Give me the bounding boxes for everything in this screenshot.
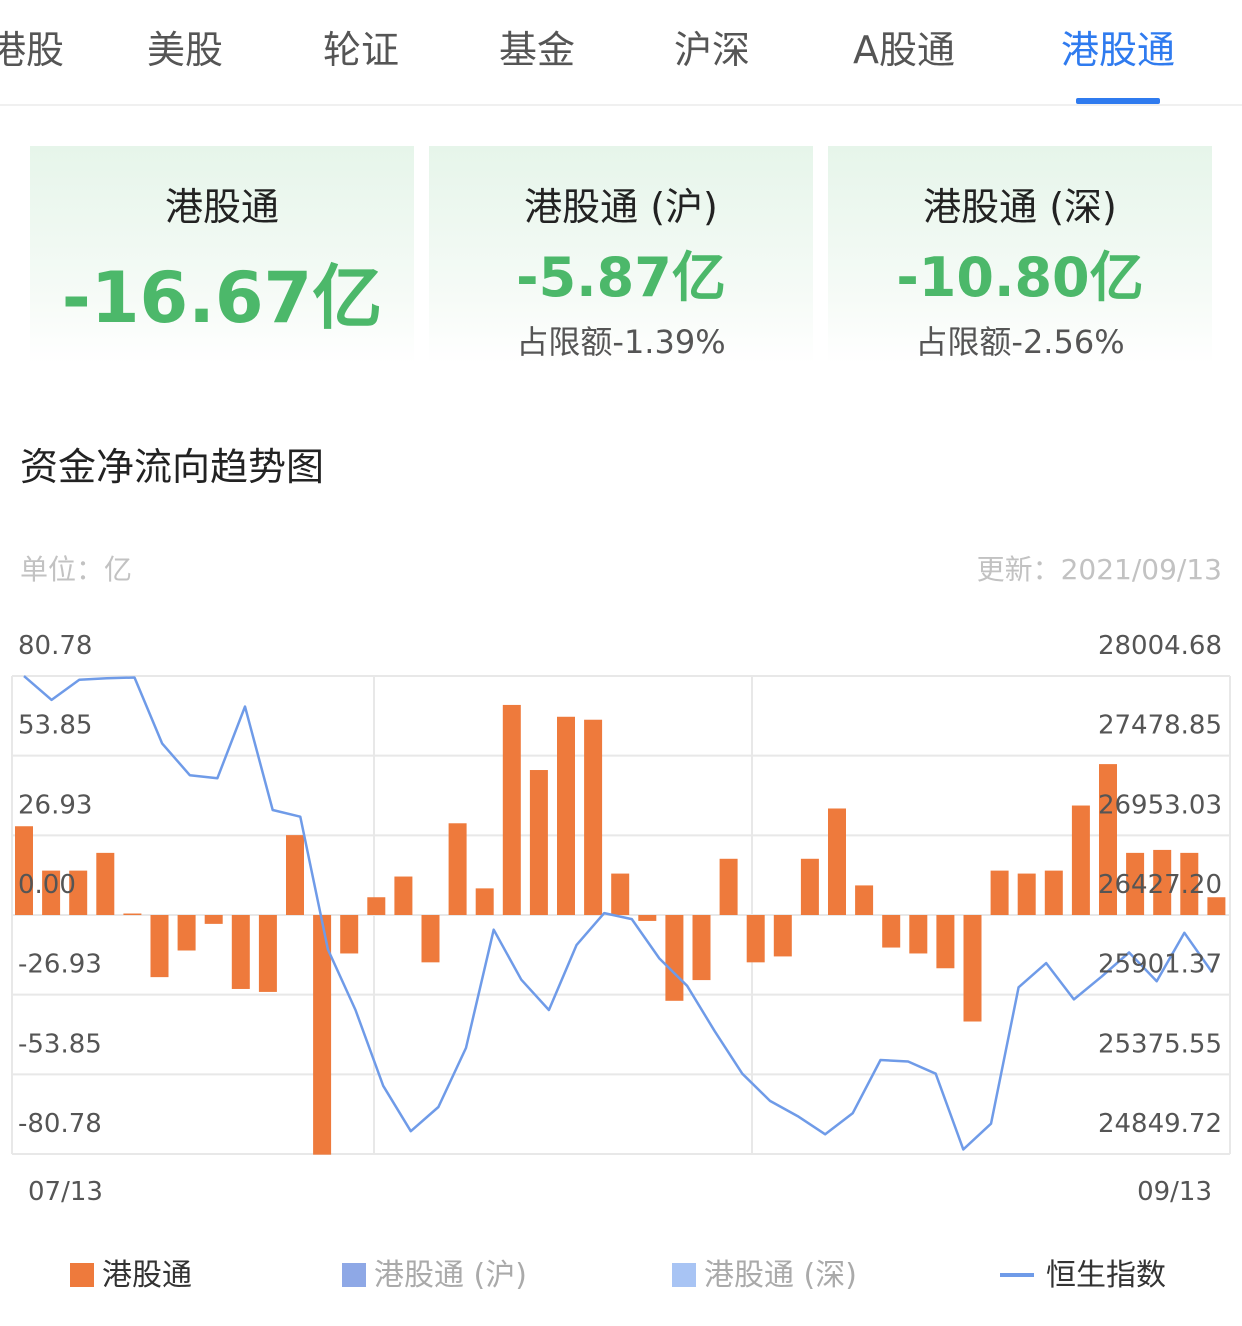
left-axis-tick-label: 53.85 [18, 711, 92, 741]
left-axis-tick-label: 26.93 [18, 790, 92, 820]
legend-swatch [70, 1262, 94, 1287]
card-quota-ratio: 占限额-2.56% [915, 323, 1125, 361]
legend-hk-connect-sz[interactable]: 港股通 (深) [672, 1252, 857, 1300]
tab-warrants[interactable]: 轮证 [316, 22, 406, 78]
left-axis-tick-label: 0.00 [18, 870, 76, 900]
bar-hk-connect [800, 858, 819, 915]
bar-hk-connect [990, 870, 1009, 915]
left-axis-tick-label: 80.78 [18, 631, 92, 661]
card-hk-connect-sz: 港股通 (深) -10.80亿 占限额-2.56% [828, 146, 1212, 364]
bar-hk-connect [1071, 805, 1090, 915]
bar-hk-connect [421, 915, 440, 963]
bar-hk-connect [96, 852, 115, 915]
bar-hk-connect [1044, 870, 1063, 915]
right-axis-tick-label: 26953.03 [1098, 790, 1222, 820]
card-title: 港股通 (沪) [524, 185, 718, 229]
left-axis-tick-label: -53.85 [18, 1029, 102, 1059]
legend-hang-seng-index[interactable]: 恒生指数 [1000, 1252, 1166, 1300]
card-title: 港股通 (深) [923, 185, 1117, 229]
right-axis-tick-label: 28004.68 [1098, 631, 1222, 661]
unit-label: 单位：亿 [20, 553, 133, 586]
bar-hk-connect [258, 915, 277, 992]
bar-hk-connect [855, 885, 874, 915]
legend-swatch [342, 1262, 366, 1287]
card-quota-ratio: 占限额-1.39% [516, 323, 726, 361]
card-hk-connect-sh: 港股通 (沪) -5.87亿 占限额-1.39% [429, 146, 813, 364]
tab-us-stocks[interactable]: 美股 [140, 22, 230, 78]
card-net-flow-value: -10.80亿 [896, 246, 1144, 309]
market-tabs: 港股 美股 轮证 基金 沪深 A股通 港股通 [0, 0, 1242, 106]
bar-hk-connect [638, 915, 657, 921]
right-axis-tick-label: 24849.72 [1098, 1109, 1222, 1139]
bar-hk-connect [286, 835, 304, 915]
bar-hk-connect [936, 915, 955, 969]
left-axis-tick-label: -80.78 [18, 1109, 102, 1139]
tab-sh-sz[interactable]: 沪深 [667, 22, 757, 78]
legend-swatch [672, 1262, 696, 1287]
bar-hk-connect [909, 915, 928, 954]
bar-hk-connect [746, 915, 765, 963]
bar-hk-connect [150, 915, 169, 978]
active-tab-indicator [1076, 98, 1160, 104]
bar-hk-connect [231, 915, 250, 989]
bar-hk-connect [1017, 873, 1036, 915]
legend-label: 恒生指数 [1046, 1258, 1166, 1293]
bar-hk-connect [584, 719, 603, 915]
legend-hk-connect[interactable]: 港股通 [70, 1252, 192, 1300]
legend-label: 港股通 [102, 1258, 192, 1293]
bar-hk-connect [502, 704, 521, 915]
legend-label: 港股通 (沪) [374, 1258, 527, 1293]
tab-a-connect[interactable]: A股通 [840, 22, 968, 78]
legend-hk-connect-sh[interactable]: 港股通 (沪) [342, 1252, 527, 1300]
bar-hk-connect [719, 858, 738, 915]
bar-hk-connect [367, 897, 386, 915]
bar-hk-connect [692, 915, 711, 981]
tab-funds[interactable]: 基金 [492, 22, 582, 78]
updated-label: 更新：2021/09/13 [976, 553, 1222, 586]
bar-hk-connect [394, 876, 413, 915]
tab-hk-connect[interactable]: 港股通 [1050, 22, 1186, 78]
chart-section-title: 资金净流向趋势图 [20, 445, 325, 489]
tab-hk-stocks[interactable]: 港股 [0, 22, 72, 78]
bar-hk-connect [557, 716, 575, 915]
bar-hk-connect [340, 915, 359, 954]
right-axis-tick-label: 27478.85 [1098, 711, 1222, 741]
bar-hk-connect [475, 888, 494, 915]
right-axis-tick-label: 25901.37 [1098, 950, 1222, 980]
legend-line [1000, 1272, 1034, 1277]
card-net-flow-value: -5.87亿 [516, 246, 726, 309]
card-net-flow-value: -16.67亿 [61, 257, 383, 339]
net-flow-trend-chart: 80.78 53.85 26.93 0.00 -26.93 -53.85 -80.78 280… [11, 631, 1231, 1207]
bar-hk-connect [204, 915, 223, 924]
right-axis-tick-label: 25375.55 [1098, 1029, 1222, 1059]
card-title: 港股通 [164, 185, 279, 229]
right-axis-tick-label: 26427.20 [1098, 870, 1222, 900]
bar-hk-connect [882, 915, 901, 948]
legend-label: 港股通 (深) [704, 1258, 857, 1293]
x-axis-start-label: 07/13 [28, 1177, 103, 1207]
bar-hk-connect [529, 770, 548, 915]
bar-hk-connect [963, 915, 982, 1022]
bar-hk-connect [123, 913, 142, 916]
bar-hk-connect [665, 915, 684, 1001]
bar-hk-connect [448, 823, 467, 915]
left-axis-tick-label: -26.93 [18, 950, 102, 980]
bar-hk-connect [773, 915, 792, 957]
bar-hk-connect [177, 915, 196, 951]
bar-hk-connect [611, 873, 630, 915]
card-hk-connect-total: 港股通 -16.67亿 [30, 146, 414, 364]
bar-hk-connect [828, 808, 846, 915]
x-axis-end-label: 09/13 [1137, 1177, 1212, 1207]
